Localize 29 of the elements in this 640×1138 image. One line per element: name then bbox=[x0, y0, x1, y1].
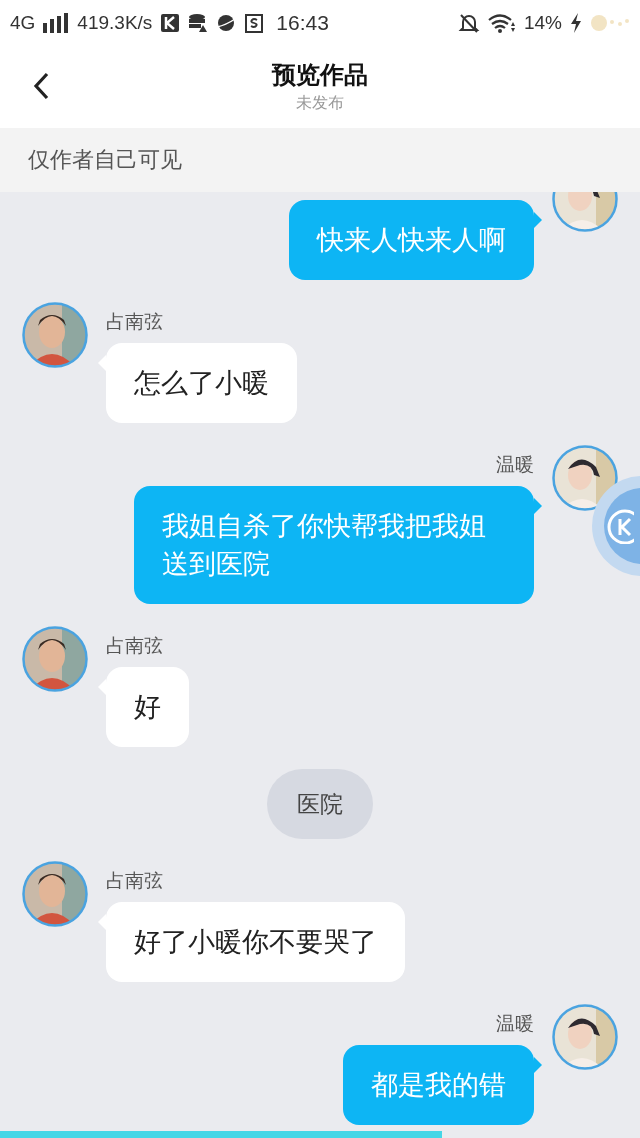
chapter-marker: 医院 bbox=[267, 769, 373, 839]
sender-name: 占南弦 bbox=[106, 868, 164, 893]
sender-name: 占南弦 bbox=[106, 309, 164, 334]
page-title: 预览作品 bbox=[272, 60, 368, 91]
moon-icon bbox=[590, 13, 630, 32]
chat-bubble: 我姐自杀了你快帮我把我姐送到医院 bbox=[134, 486, 534, 604]
sender-name: 温暖 bbox=[496, 452, 534, 477]
page-subtitle: 未发布 bbox=[296, 93, 344, 114]
sender-name: 温暖 bbox=[496, 1011, 534, 1036]
database-icon bbox=[188, 12, 209, 33]
back-icon bbox=[32, 71, 50, 101]
chat-bubble: 好了小暖你不要哭了 bbox=[106, 902, 405, 982]
chat-bubble: 快来人快来人啊 bbox=[289, 200, 534, 280]
network-type: 4G bbox=[10, 11, 36, 34]
chat-bubble: 怎么了小暖 bbox=[106, 343, 297, 423]
network-speed: 419.3K/s bbox=[77, 11, 153, 34]
planet-icon bbox=[216, 12, 237, 33]
clock: 16:43 bbox=[276, 10, 329, 35]
sender-name: 占南弦 bbox=[106, 633, 164, 658]
wifi-icon bbox=[487, 12, 516, 33]
chat-bubble: 都是我的错 bbox=[343, 1045, 534, 1125]
app-icon bbox=[244, 12, 265, 33]
charging-icon bbox=[570, 12, 582, 33]
app-icon bbox=[160, 12, 181, 33]
notice-text: 仅作者自己可见 bbox=[28, 146, 182, 174]
battery-level: 14% bbox=[523, 11, 562, 34]
chat-bubble: 好 bbox=[106, 667, 189, 747]
logo-icon bbox=[606, 508, 634, 544]
signal-icon bbox=[43, 12, 70, 33]
